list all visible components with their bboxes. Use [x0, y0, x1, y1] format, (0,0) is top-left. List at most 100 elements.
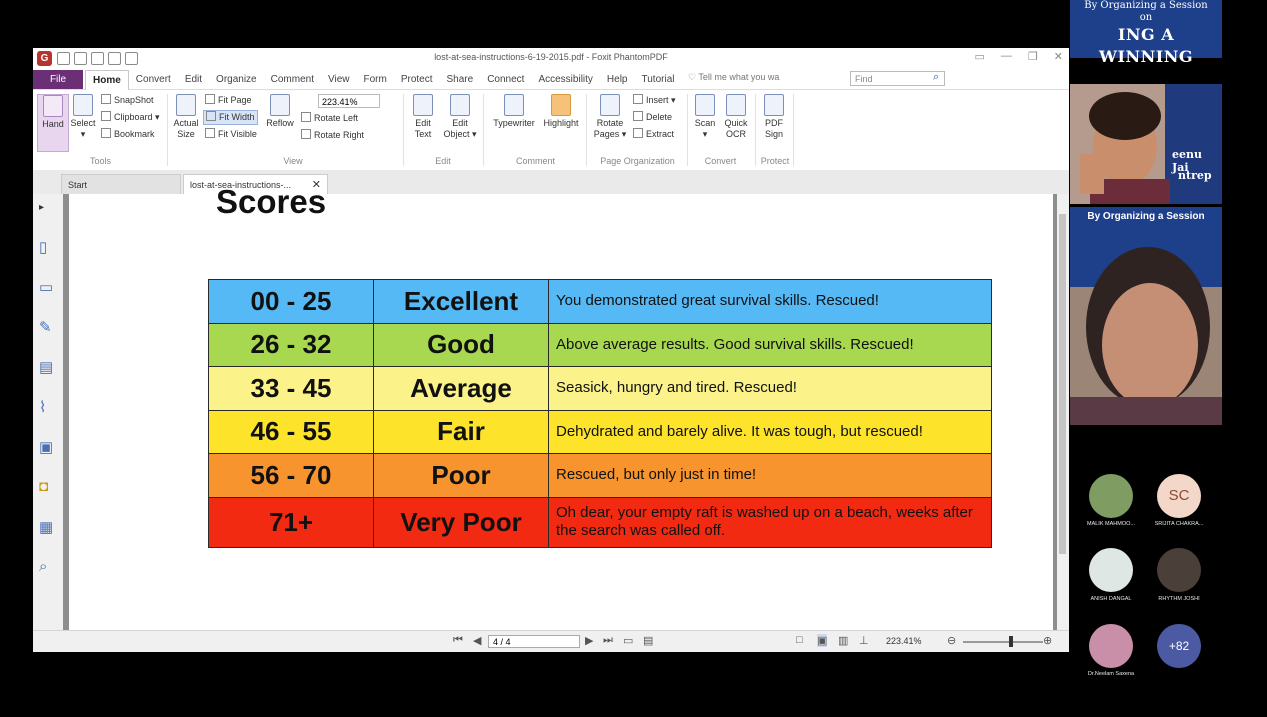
zoom-in-icon[interactable]: ⊕ — [1043, 634, 1052, 647]
zoom-slider-handle[interactable] — [1009, 636, 1013, 647]
select-button[interactable]: Select ▾ — [69, 94, 97, 140]
clipboard-button[interactable]: Clipboard ▾ — [101, 111, 160, 124]
tab-view[interactable]: View — [321, 70, 357, 90]
signature-icon[interactable]: ✎ — [39, 318, 52, 336]
page-thumbnails-icon[interactable]: ▯ — [39, 238, 47, 256]
tab-share[interactable]: Share — [440, 70, 481, 90]
highlight-label: Highlight — [543, 118, 579, 128]
tab-edit[interactable]: Edit — [178, 70, 209, 90]
table-row: 71+ Very Poor Oh dear, your empty raft is … — [208, 496, 992, 549]
avatar[interactable] — [1089, 624, 1133, 668]
security-icon[interactable]: ▣ — [39, 438, 53, 456]
tab-form[interactable]: Form — [356, 70, 393, 90]
tab-accessibility[interactable]: Accessibility — [531, 70, 599, 90]
search-icon[interactable]: ⌕ — [933, 71, 939, 84]
participant-video-1[interactable]: eenu Jai ntrep — [1070, 84, 1222, 204]
single-page-icon[interactable]: □ — [796, 634, 803, 646]
lock-icon[interactable]: ◘ — [39, 478, 48, 495]
edit-object-button[interactable]: Edit Object ▾ — [441, 94, 479, 140]
avatar[interactable]: SC — [1157, 474, 1201, 518]
snapshot-button[interactable]: SnapShot — [101, 94, 154, 107]
close-icon[interactable]: ✕ — [1054, 50, 1063, 63]
typewriter-button[interactable]: Typewriter — [489, 94, 539, 129]
hand-button[interactable]: Hand — [37, 94, 69, 152]
group-convert-label: Convert — [704, 156, 737, 166]
rotate-pages-button[interactable]: Rotate Pages ▾ — [593, 94, 627, 140]
tab-protect[interactable]: Protect — [394, 70, 440, 90]
score-rating-cell: Average — [373, 366, 549, 411]
highlight-button[interactable]: Highlight — [539, 94, 583, 129]
tab-comment[interactable]: Comment — [264, 70, 321, 90]
expand-panel-icon[interactable]: ▸ — [39, 202, 44, 213]
maximize-icon[interactable]: ❐ — [1028, 50, 1038, 63]
insert-button[interactable]: Insert ▾ — [633, 94, 676, 107]
tab-tutorial[interactable]: Tutorial — [635, 70, 682, 90]
search-doc-icon[interactable]: ⌕ — [39, 558, 47, 575]
continuous-view-icon[interactable]: ▤ — [643, 634, 653, 647]
extract-button[interactable]: Extract — [633, 128, 674, 141]
fit-visible-button[interactable]: Fit Visible — [205, 128, 257, 141]
fit-page-button[interactable]: Fit Page — [205, 94, 252, 107]
tab-convert[interactable]: Convert — [129, 70, 178, 90]
scan-label: Scan — [694, 118, 716, 128]
split-icon[interactable]: ⊥ — [859, 634, 869, 647]
scrollbar-thumb[interactable] — [1059, 214, 1066, 554]
find-input[interactable]: Find — [850, 71, 945, 86]
comments-icon[interactable]: ▤ — [39, 358, 53, 376]
participant-video-2[interactable] — [1070, 227, 1222, 425]
reflow-button[interactable]: Reflow — [265, 94, 295, 129]
pen-icon — [764, 94, 784, 116]
next-page-icon[interactable]: ▶ — [585, 634, 593, 647]
file-tab[interactable]: File — [33, 70, 83, 89]
score-range-cell: 00 - 25 — [208, 279, 374, 324]
single-page-view-icon[interactable]: ▭ — [623, 634, 633, 647]
participant-video-2-image — [1070, 227, 1222, 425]
scores-table: 00 - 25 Excellent You demonstrated great s… — [208, 279, 992, 549]
score-description-cell: Rescued, but only just in time! — [548, 453, 992, 498]
first-page-icon[interactable]: ⏮ — [453, 634, 463, 647]
score-description-cell: Dehydrated and barely alive. It was toug… — [548, 409, 992, 455]
minimize-icon[interactable]: — — [1001, 50, 1012, 63]
tab-connect[interactable]: Connect — [480, 70, 531, 90]
fit-width-button[interactable]: Fit Width — [203, 110, 258, 125]
insert-label: Insert — [646, 95, 669, 105]
score-description-cell: You demonstrated great survival skills. … — [548, 279, 992, 324]
tab-start[interactable]: Start — [61, 174, 181, 194]
menu-tab-list: Home Convert Edit Organize Comment View … — [85, 70, 681, 90]
tab-home[interactable]: Home — [85, 70, 129, 90]
group-edit-label: Edit — [435, 156, 451, 166]
avatar[interactable] — [1089, 548, 1133, 592]
avatar[interactable] — [1089, 474, 1133, 518]
tab-organize[interactable]: Organize — [209, 70, 264, 90]
tell-me-box[interactable]: ♡ Tell me what you wa — [688, 72, 779, 83]
zoom-input[interactable]: 223.41% — [318, 94, 380, 108]
facing-page-icon[interactable]: ▥ — [838, 634, 848, 647]
typewriter-label: Typewriter — [493, 118, 535, 128]
scan-button[interactable]: Scan ▾ — [691, 94, 719, 140]
rotate-right-button[interactable]: Rotate Right — [301, 129, 364, 142]
layers-icon[interactable]: ▭ — [39, 278, 53, 296]
ribbon-home: Hand Select ▾ SnapShot Clipboard ▾ Bookma… — [33, 90, 1069, 171]
pdf-sign-button[interactable]: PDF Sign — [760, 94, 788, 140]
last-page-icon[interactable]: ⏭ — [603, 634, 613, 647]
prev-page-icon[interactable]: ◀ — [473, 634, 481, 647]
avatar[interactable] — [1157, 548, 1201, 592]
rotate-left-button[interactable]: Rotate Left — [301, 112, 358, 125]
layers-panel-icon[interactable]: ▦ — [39, 518, 53, 536]
zoom-out-icon[interactable]: ⊖ — [947, 634, 956, 647]
quick-ocr-button[interactable]: Quick OCR — [722, 94, 750, 140]
continuous-page-icon[interactable]: ▣ — [817, 634, 828, 647]
actual-size-button[interactable]: Actual Size — [171, 94, 201, 140]
page-number-input[interactable]: 4 / 4 — [488, 635, 580, 648]
participant-name: Dr.Neelam Saxena — [1087, 671, 1135, 677]
attachment-icon[interactable]: ⌇ — [39, 398, 46, 416]
vertical-scrollbar[interactable] — [1057, 194, 1069, 630]
more-participants-badge[interactable]: +82 — [1157, 624, 1201, 668]
edit-text-button[interactable]: Edit Text — [408, 94, 438, 140]
delete-button[interactable]: Delete — [633, 111, 672, 124]
restore-icon[interactable]: ▭ — [975, 50, 985, 63]
zoom-slider[interactable] — [963, 641, 1043, 643]
zoom-level[interactable]: 223.41% — [886, 636, 922, 646]
tab-help[interactable]: Help — [600, 70, 635, 90]
bookmark-button[interactable]: Bookmark — [101, 128, 155, 141]
